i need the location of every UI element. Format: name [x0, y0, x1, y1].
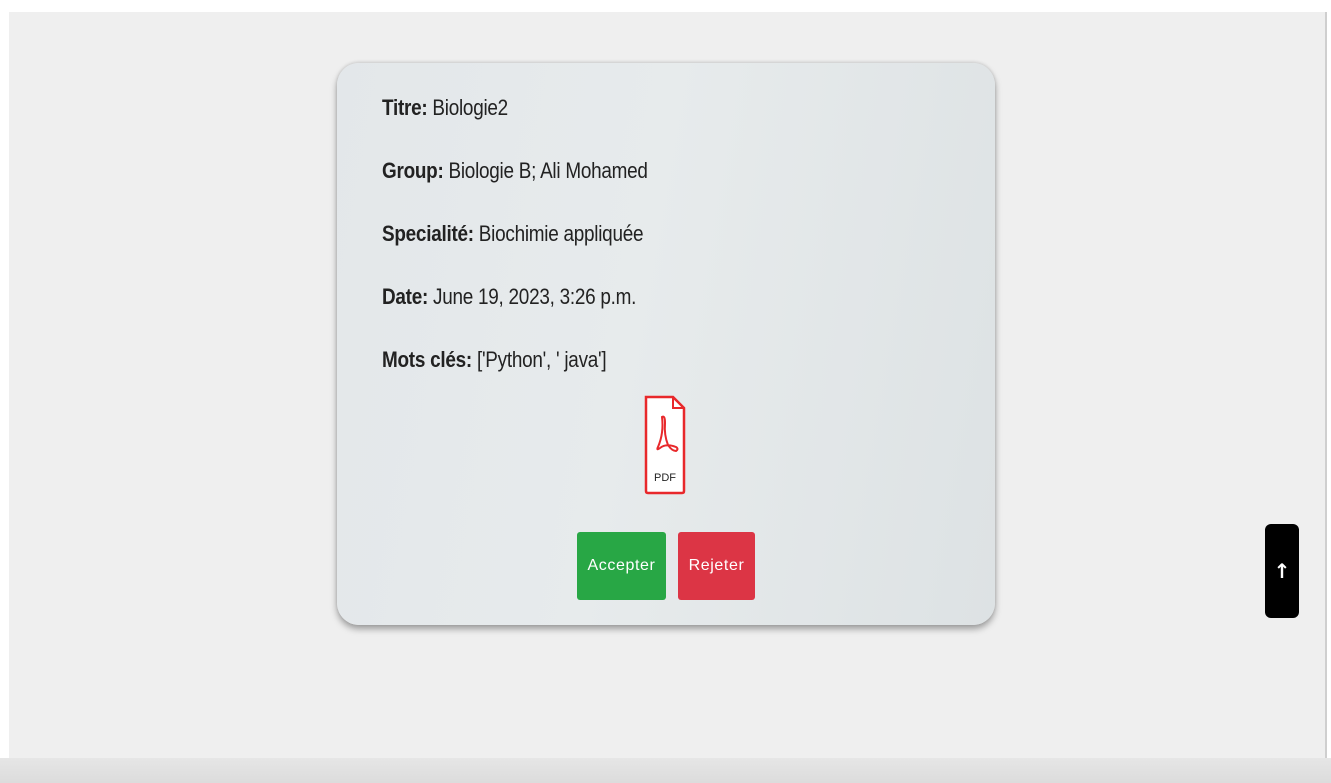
- speciality-row: Specialité: Biochimie appliquée: [382, 221, 644, 247]
- reject-button[interactable]: Rejeter: [678, 532, 755, 600]
- accept-button[interactable]: Accepter: [577, 532, 666, 600]
- group-row: Group: Biologie B; Ali Mohamed: [382, 158, 648, 184]
- pdf-file-icon[interactable]: PDF: [642, 393, 688, 497]
- group-value: Biologie B; Ali Mohamed: [443, 158, 648, 183]
- date-label: Date:: [382, 284, 429, 309]
- bottom-bar: [0, 758, 1331, 783]
- speciality-label: Specialité:: [382, 221, 474, 246]
- title-label: Titre:: [382, 95, 428, 120]
- title-row: Titre: Biologie2: [382, 95, 508, 121]
- date-value: June 19, 2023, 3:26 p.m.: [428, 284, 637, 309]
- pdf-label: PDF: [654, 472, 676, 484]
- document-card: Titre: Biologie2 Group: Biologie B; Ali …: [337, 63, 995, 625]
- keywords-label: Mots clés:: [382, 347, 472, 372]
- keywords-value: ['Python', ' java']: [471, 347, 607, 372]
- speciality-value: Biochimie appliquée: [473, 221, 644, 246]
- scrollbar-edge: [1325, 12, 1327, 758]
- keywords-row: Mots clés: ['Python', ' java']: [382, 347, 607, 373]
- group-label: Group:: [382, 158, 444, 183]
- arrow-up-icon: ↑: [1273, 559, 1291, 583]
- date-row: Date: June 19, 2023, 3:26 p.m.: [382, 284, 636, 310]
- scroll-to-top-button[interactable]: ↑: [1265, 524, 1299, 618]
- title-value: Biologie2: [427, 95, 508, 120]
